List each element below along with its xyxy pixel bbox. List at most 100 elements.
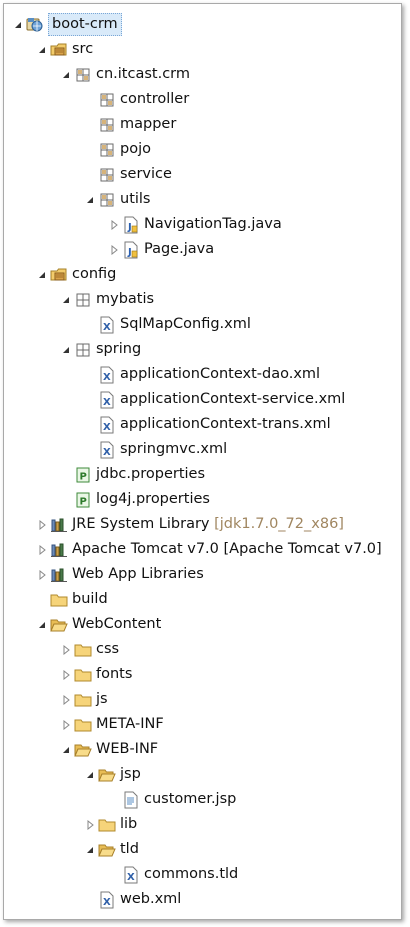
svg-text:J: J (127, 222, 132, 233)
jsp-file-icon (122, 787, 140, 812)
tree-node[interactable]: WEB-INF (4, 737, 404, 762)
folder-icon (74, 637, 92, 662)
tree-node[interactable]: pojo (4, 137, 404, 162)
tree-node[interactable]: js (4, 687, 404, 712)
xml-file-icon: X (98, 312, 116, 337)
folder-icon (74, 687, 92, 712)
tree-node[interactable]: controller (4, 87, 404, 112)
collapsed-arrow-icon[interactable] (84, 812, 96, 837)
tree-node[interactable]: J NavigationTag.java (4, 212, 404, 237)
package-icon (98, 137, 116, 162)
tree-node[interactable]: Xspringmvc.xml (4, 437, 404, 462)
tree-node[interactable]: Xcommons.tld (4, 862, 404, 887)
package-icon (98, 112, 116, 137)
xml-file-icon: X (98, 412, 116, 437)
tree-node[interactable]: Web App Libraries (4, 562, 404, 587)
tree-node-label: Web App Libraries (72, 566, 204, 582)
tree-node[interactable]: J Page.java (4, 237, 404, 262)
tree-node[interactable]: WebContent (4, 612, 404, 637)
tree-node[interactable]: cn.itcast.crm (4, 62, 404, 87)
tree-node[interactable]: mapper (4, 112, 404, 137)
tree-node[interactable]: Xweb.xml (4, 887, 404, 912)
tree-node[interactable]: spring (4, 337, 404, 362)
collapsed-arrow-icon[interactable] (108, 212, 120, 237)
tree-node-label: WebContent (72, 616, 162, 632)
tree-node[interactable]: customer.jsp (4, 787, 404, 812)
svg-text:X: X (103, 422, 111, 433)
tree-node[interactable]: META-INF (4, 712, 404, 737)
tree-node-label: applicationContext-trans.xml (120, 416, 331, 432)
svg-text:X: X (127, 872, 135, 883)
expanded-arrow-icon[interactable] (60, 287, 72, 312)
tree-node[interactable]: config (4, 262, 404, 287)
tree-node-label: fonts (96, 666, 133, 682)
expanded-arrow-icon[interactable] (84, 187, 96, 212)
tree-node-label: spring (96, 341, 142, 357)
collapsed-arrow-icon[interactable] (60, 712, 72, 737)
source-folder-icon (50, 37, 68, 62)
library-icon (50, 537, 68, 562)
tree-node-label: Page.java (144, 241, 215, 257)
tree-node-label: SqlMapConfig.xml (120, 316, 251, 332)
tree-node[interactable]: Pjdbc.properties (4, 462, 404, 487)
expanded-arrow-icon[interactable] (60, 737, 72, 762)
tree-node[interactable]: src (4, 37, 404, 62)
tree-node-label: applicationContext-service.xml (120, 391, 346, 407)
collapsed-arrow-icon[interactable] (36, 512, 48, 537)
tree-node[interactable]: service (4, 162, 404, 187)
tree-node-label: src (72, 41, 94, 57)
tree-node-label: build (72, 591, 108, 607)
svg-text:X: X (103, 897, 111, 908)
tree-node[interactable]: lib (4, 812, 404, 837)
tree-node[interactable]: Apache Tomcat v7.0 [Apache Tomcat v7.0] (4, 537, 404, 562)
tree-node[interactable]: X SqlMapConfig.xml (4, 312, 404, 337)
folder-icon (98, 812, 116, 837)
tree-node-label: cn.itcast.crm (96, 66, 190, 82)
tree-node[interactable]: fonts (4, 662, 404, 687)
tree-node[interactable]: Plog4j.properties (4, 487, 404, 512)
expanded-arrow-icon[interactable] (84, 837, 96, 862)
tree-node[interactable]: XapplicationContext-dao.xml (4, 362, 404, 387)
properties-file-icon: P (74, 487, 92, 512)
expanded-arrow-icon[interactable] (60, 337, 72, 362)
expanded-arrow-icon[interactable] (60, 62, 72, 87)
svg-text:P: P (80, 471, 87, 482)
xml-file-icon: X (98, 387, 116, 412)
collapsed-arrow-icon[interactable] (108, 237, 120, 262)
tree-node[interactable]: utils (4, 187, 404, 212)
collapsed-arrow-icon[interactable] (60, 662, 72, 687)
collapsed-arrow-icon[interactable] (60, 637, 72, 662)
tree-node-label: tld (120, 841, 139, 857)
open-folder-icon (98, 837, 116, 862)
tree-node[interactable]: css (4, 637, 404, 662)
java-file-icon: J (122, 212, 140, 237)
tree-node[interactable]: jsp (4, 762, 404, 787)
tree-node[interactable]: JRE System Library [jdk1.7.0_72_x86] (4, 512, 404, 537)
tree-node[interactable]: tld (4, 837, 404, 862)
empty-package-icon (74, 337, 92, 362)
svg-text:J: J (127, 247, 132, 258)
web-project-icon (26, 12, 44, 37)
svg-text:X: X (103, 447, 111, 458)
collapsed-arrow-icon[interactable] (60, 687, 72, 712)
expanded-arrow-icon[interactable] (84, 762, 96, 787)
expanded-arrow-icon[interactable] (36, 37, 48, 62)
tree-node[interactable]: build (4, 587, 404, 612)
package-icon (98, 187, 116, 212)
open-folder-icon (98, 762, 116, 787)
tree-node[interactable]: boot-crm (4, 12, 404, 37)
tree-node[interactable]: XapplicationContext-service.xml (4, 387, 404, 412)
expanded-arrow-icon[interactable] (36, 612, 48, 637)
tree-node-label: controller (120, 91, 190, 107)
collapsed-arrow-icon[interactable] (36, 562, 48, 587)
collapsed-arrow-icon[interactable] (36, 537, 48, 562)
source-folder-icon (50, 262, 68, 287)
svg-text:P: P (80, 496, 87, 507)
java-file-icon: J (122, 237, 140, 262)
tree-node-label: META-INF (96, 716, 164, 732)
expanded-arrow-icon[interactable] (36, 262, 48, 287)
tree-node[interactable]: mybatis (4, 287, 404, 312)
open-folder-icon (50, 612, 68, 637)
tree-node[interactable]: XapplicationContext-trans.xml (4, 412, 404, 437)
expanded-arrow-icon[interactable] (12, 12, 24, 37)
